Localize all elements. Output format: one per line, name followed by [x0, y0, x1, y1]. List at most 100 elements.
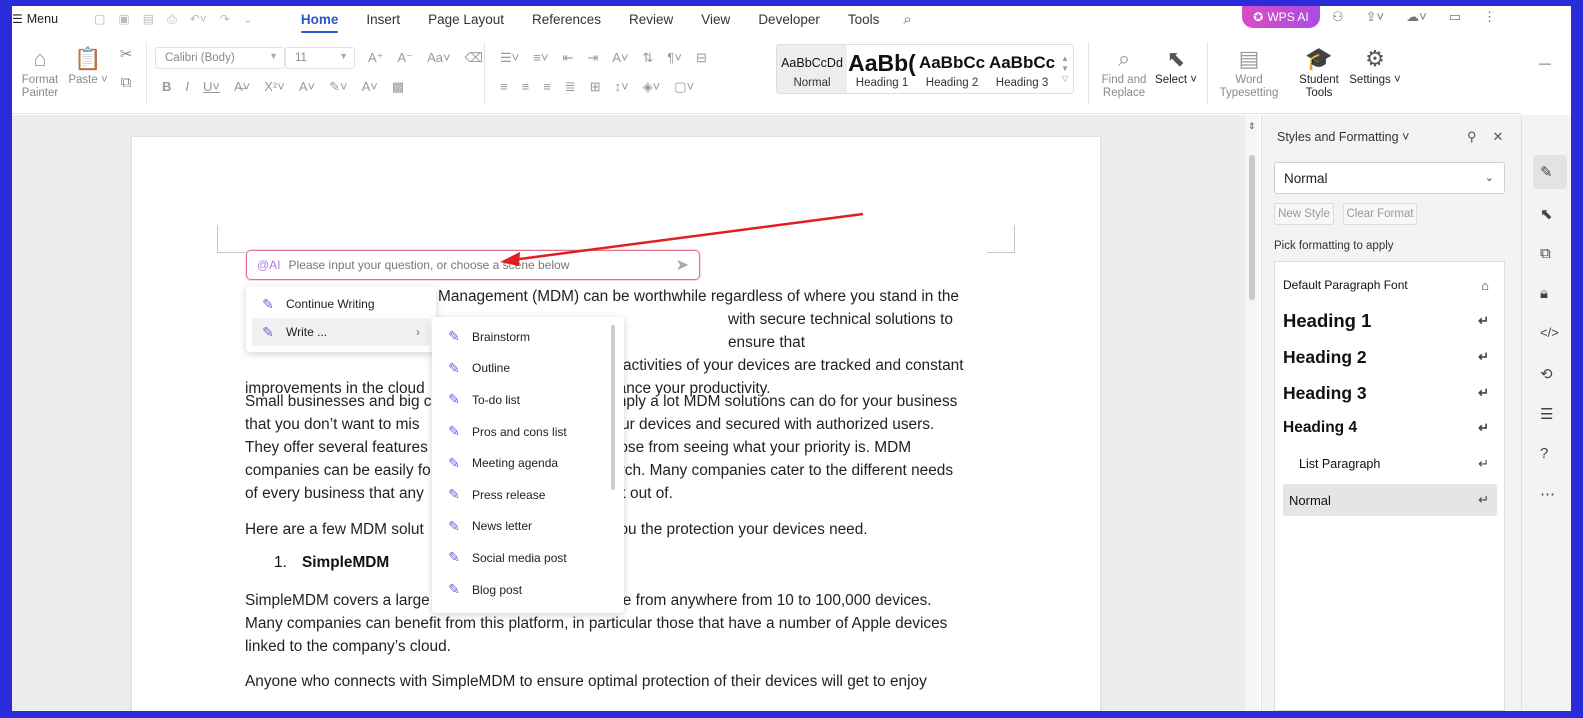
find-replace-button[interactable]: ⌕ Find and Replace [1096, 44, 1152, 100]
style-item-default-paragraph-font[interactable]: Default Paragraph Font ⌂ [1283, 270, 1497, 300]
student-tools-button[interactable]: 🎓 Student Tools [1294, 44, 1344, 100]
tab-view[interactable]: View [687, 12, 744, 27]
grow-font-icon[interactable]: A⁺ [368, 50, 384, 66]
copy-format-icon[interactable]: ⧉ [1540, 245, 1551, 262]
change-case-icon[interactable]: Aa˅ [427, 50, 451, 66]
table-layout-icon[interactable]: ⊟ [696, 50, 707, 66]
search-icon[interactable]: ⌕ [903, 11, 911, 28]
tab-developer[interactable]: Developer [744, 12, 834, 27]
collaborate-icon[interactable]: ⚇ [1332, 9, 1344, 25]
distributed-icon[interactable]: ⊞ [590, 79, 601, 95]
style-item-heading-4[interactable]: Heading 4 ↵ [1283, 413, 1497, 443]
clear-format-button[interactable]: Clear Format [1343, 203, 1417, 225]
submenu-scrollbar[interactable] [611, 325, 615, 490]
align-center-icon[interactable]: ≡ [522, 79, 530, 95]
new-style-button[interactable]: New Style [1274, 203, 1334, 225]
tab-references[interactable]: References [518, 12, 615, 27]
tab-review[interactable]: Review [615, 12, 687, 27]
style-item-list-paragraph[interactable]: List Paragraph ↵ [1283, 449, 1497, 479]
panel-title[interactable]: Styles and Formatting ˅ [1277, 130, 1409, 144]
shrink-font-icon[interactable]: A⁻ [398, 50, 414, 66]
numbering-icon[interactable]: ≡˅ [533, 50, 548, 66]
paragraph-5[interactable]: Anyone who connects with SimpleMDM to en… [245, 670, 995, 693]
highlight-icon[interactable]: ✎˅ [329, 79, 347, 95]
more-icon[interactable]: ⋮ [1483, 9, 1496, 25]
new-file-icon[interactable]: ▢ [94, 12, 105, 27]
submenu-item-brainstorm[interactable]: ✎ Brainstorm [438, 321, 618, 353]
menu-item-continue-writing[interactable]: ✎ Continue Writing [252, 290, 430, 318]
style-normal[interactable]: AaBbCcDd Normal [777, 45, 847, 93]
menu-item-write[interactable]: ✎ Write ... › [252, 318, 430, 346]
tab-page-layout[interactable]: Page Layout [414, 12, 518, 27]
justify-icon[interactable]: ≣ [565, 79, 576, 95]
document-scrollbar[interactable]: ⇕ [1245, 115, 1259, 711]
list-icon[interactable]: ☰ [1540, 405, 1553, 423]
submenu-item-blog-post[interactable]: ✎ Blog post [438, 574, 618, 606]
tab-insert[interactable]: Insert [352, 12, 414, 27]
submenu-item-outline[interactable]: ✎ Outline [438, 353, 618, 385]
increase-indent-icon[interactable]: ⇥ [587, 50, 598, 66]
settings-button[interactable]: ⚙ Settings ˅ [1348, 44, 1402, 87]
undo-icon[interactable]: ↶˅ [190, 12, 207, 27]
align-right-icon[interactable]: ≡ [543, 79, 551, 95]
sort-icon[interactable]: ⇅ [643, 50, 654, 66]
select-button[interactable]: ⬉ Select ˅ [1154, 44, 1198, 87]
format-painter-button[interactable]: ⌂ Format Painter [20, 44, 60, 100]
underline-icon[interactable]: U˅ [203, 79, 220, 95]
select-cursor-icon[interactable]: ⬉ [1540, 205, 1553, 223]
style-item-heading-1[interactable]: Heading 1 ↵ [1283, 306, 1497, 336]
submenu-item-pros-cons[interactable]: ✎ Pros and cons list [438, 416, 618, 448]
save-icon[interactable]: ▣ [118, 12, 129, 27]
strikethrough-icon[interactable]: A̶˅ [234, 79, 250, 95]
chinese-layout-icon[interactable]: A˅ [612, 50, 628, 66]
list-heading[interactable]: SimpleMDM [302, 554, 389, 572]
pin-icon[interactable]: ⚲ [1467, 129, 1477, 145]
copy-icon[interactable]: ⧉ [116, 75, 136, 90]
style-heading-3[interactable]: AaBbCc Heading 3 [987, 45, 1057, 93]
line-spacing-icon[interactable]: ↕˅ [615, 79, 629, 95]
styles-pen-icon[interactable]: ✎ [1540, 163, 1553, 181]
export-icon[interactable]: ▤ [143, 12, 154, 27]
redo-icon[interactable]: ↷ [220, 12, 230, 27]
decrease-indent-icon[interactable]: ⇤ [562, 50, 573, 66]
submenu-item-todo-list[interactable]: ✎ To-do list [438, 384, 618, 416]
send-icon[interactable]: ➤ [676, 255, 689, 275]
more-icon[interactable]: ⋯ [1540, 485, 1555, 503]
paste-button[interactable]: 📋 Paste ˅ [68, 44, 108, 87]
font-name-select[interactable]: Calibri (Body) ▼ [155, 47, 285, 69]
bullets-icon[interactable]: ☰˅ [500, 50, 519, 66]
minimize-icon[interactable]: — [1539, 56, 1551, 70]
cloud-icon[interactable]: ☁˅ [1406, 9, 1427, 25]
scrollbar-thumb[interactable] [1249, 155, 1255, 300]
help-icon[interactable]: ? [1540, 445, 1548, 462]
superscript-icon[interactable]: X²˅ [264, 79, 285, 95]
font-color-icon[interactable]: A˅ [362, 79, 378, 95]
style-item-heading-3[interactable]: Heading 3 ↵ [1283, 378, 1497, 408]
style-heading-2[interactable]: AaBbCc Heading 2 [917, 45, 987, 93]
tab-home[interactable]: Home [287, 12, 353, 33]
clear-format-icon[interactable]: ⌫ [465, 50, 483, 66]
customize-icon[interactable]: ⌄ [243, 12, 253, 27]
gallery-scroll[interactable]: ▲ ▼ ▽ [1057, 45, 1073, 93]
cut-icon[interactable]: ✂ [116, 47, 136, 62]
menu-button[interactable]: ☰ Menu [12, 12, 58, 26]
print-icon[interactable]: ⎙ [167, 12, 177, 27]
style-item-heading-2[interactable]: Heading 2 ↵ [1283, 342, 1497, 372]
close-icon[interactable]: ✕ [1493, 129, 1504, 145]
character-shading-icon[interactable]: ▩ [392, 79, 404, 95]
ruler-toggle-icon[interactable]: ⇕ [1248, 121, 1256, 132]
comment-icon[interactable]: ▭ [1449, 9, 1461, 25]
ai-prompt-input[interactable]: @AI Please input your question, or choos… [246, 250, 700, 280]
history-icon[interactable]: ⟲ [1540, 365, 1553, 383]
bold-icon[interactable]: B [162, 79, 171, 95]
shading-icon[interactable]: ◈˅ [643, 79, 661, 95]
style-item-normal[interactable]: Normal ↵ [1283, 484, 1497, 516]
lock-icon[interactable]: 🔒︎ [1540, 285, 1548, 302]
submenu-item-press-release[interactable]: ✎ Press release [438, 479, 618, 511]
text-effect-icon[interactable]: A˅ [299, 79, 315, 95]
submenu-item-news-letter[interactable]: ✎ News letter [438, 511, 618, 543]
show-marks-icon[interactable]: ¶˅ [667, 50, 682, 66]
style-heading-1[interactable]: AaBb( Heading 1 [847, 45, 917, 93]
word-typesetting-button[interactable]: ▤ Word Typesetting [1218, 44, 1280, 100]
current-style-select[interactable]: Normal ⌄ [1274, 162, 1505, 194]
